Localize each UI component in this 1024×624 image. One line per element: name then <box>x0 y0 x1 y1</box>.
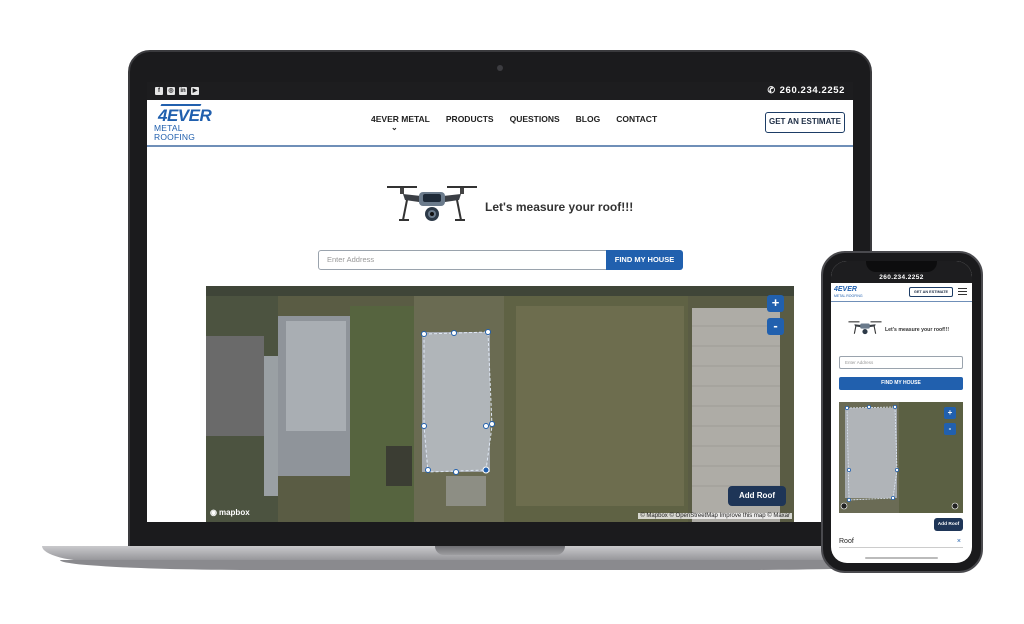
add-roof-button[interactable]: Add Roof <box>728 486 786 506</box>
top-bar: f ◎ in ▶ ✆ 260.234.2252 <box>147 82 853 100</box>
phone-text: 260.234.2252 <box>779 85 845 96</box>
laptop-notch <box>435 546 565 555</box>
phone-icon: ✆ <box>767 85 776 95</box>
device-mockup: f ◎ in ▶ ✆ 260.234.2252 4EVER METAL ROOF… <box>0 0 1024 624</box>
nav-item-contact[interactable]: CONTACT <box>616 114 657 124</box>
phone-logo-sub: METAL ROOFING <box>834 294 863 298</box>
phone-number[interactable]: ✆ 260.234.2252 <box>768 85 845 96</box>
laptop-camera <box>497 65 503 71</box>
laptop-screen: f ◎ in ▶ ✆ 260.234.2252 4EVER METAL ROOF… <box>147 82 853 522</box>
phone-notch <box>866 261 937 272</box>
phone-screen: 260.234.2252 4EVER METAL ROOFING GET AN … <box>831 261 972 563</box>
mapbox-logo[interactable]: ◉ mapbox <box>210 508 250 517</box>
zoom-in-button[interactable]: + <box>767 295 784 312</box>
nav-item-blog[interactable]: BLOG <box>576 114 601 124</box>
phone-number-mobile[interactable]: 260.234.2252 <box>831 274 972 281</box>
mapbox-icon: ◉ <box>210 508 217 517</box>
site-logo[interactable]: 4EVER METAL ROOFING <box>154 104 220 142</box>
social-links: f ◎ in ▶ <box>155 87 199 95</box>
phone-find-my-house-button[interactable]: FIND MY HOUSE <box>839 377 963 390</box>
chevron-down-icon: ⌄ <box>391 123 398 132</box>
phone-satellite-map[interactable]: + - <box>839 402 963 513</box>
logo-sub-text: METAL ROOFING <box>154 123 196 142</box>
linkedin-icon[interactable]: in <box>179 87 187 95</box>
phone-add-roof-button[interactable]: Add Roof <box>934 518 963 531</box>
phone-zoom-out-button[interactable]: - <box>944 423 956 435</box>
logo-main-text: 4EVER <box>158 106 212 125</box>
satellite-map[interactable]: + - Add Roof ◉ mapbox © Mapbox © OpenStr… <box>206 286 794 522</box>
phone-hero-title: Let's measure your roof!!! <box>885 327 950 333</box>
get-estimate-button[interactable]: GET AN ESTIMATE <box>765 112 845 133</box>
nav-item-products[interactable]: PRODUCTS <box>446 114 494 124</box>
find-my-house-button[interactable]: FIND MY HOUSE <box>606 250 683 270</box>
map-imagery <box>206 286 794 522</box>
phone-logo[interactable]: 4EVER METAL ROOFING <box>834 286 863 300</box>
home-indicator <box>865 557 938 559</box>
phone-top-bar: 260.234.2252 <box>831 261 972 283</box>
nav-item-questions[interactable]: QUESTIONS <box>510 114 560 124</box>
hamburger-menu-icon[interactable] <box>958 288 967 297</box>
drone-icon <box>387 186 477 221</box>
phone-estimate-button[interactable]: GET AN ESTIMATE <box>909 287 953 297</box>
roof-item-label: Roof <box>839 538 854 545</box>
facebook-icon[interactable]: f <box>155 87 163 95</box>
address-input[interactable]: Enter Address <box>318 250 607 270</box>
hero-title: Let's measure your roof!!! <box>485 200 634 214</box>
phone-address-input[interactable]: Enter Address <box>839 356 963 369</box>
phone-drone-icon <box>848 321 882 335</box>
nav-label: 4EVER METAL <box>371 114 430 124</box>
zoom-out-button[interactable]: - <box>767 318 784 335</box>
mapbox-label: mapbox <box>218 508 250 517</box>
phone-nav: 4EVER METAL ROOFING GET AN ESTIMATE <box>831 283 972 302</box>
close-icon[interactable]: × <box>957 535 961 548</box>
laptop-bottom-edge <box>60 560 940 570</box>
phone-logo-main: 4EVER <box>834 286 857 293</box>
address-form: Enter Address FIND MY HOUSE <box>318 250 683 270</box>
main-nav: 4EVER METAL ROOFING 4EVER METAL ⌄ PRODUC… <box>147 100 853 147</box>
phone-zoom-in-button[interactable]: + <box>944 407 956 419</box>
map-attribution[interactable]: © Mapbox © OpenStreetMap Improve this ma… <box>638 513 792 519</box>
youtube-icon[interactable]: ▶ <box>191 87 199 95</box>
instagram-icon[interactable]: ◎ <box>167 87 175 95</box>
roof-list-item: Roof × <box>839 535 963 548</box>
nav-item-4ever-metal[interactable]: 4EVER METAL ⌄ <box>371 114 430 132</box>
nav-menu: 4EVER METAL ⌄ PRODUCTS QUESTIONS BLOG CO… <box>371 114 657 132</box>
